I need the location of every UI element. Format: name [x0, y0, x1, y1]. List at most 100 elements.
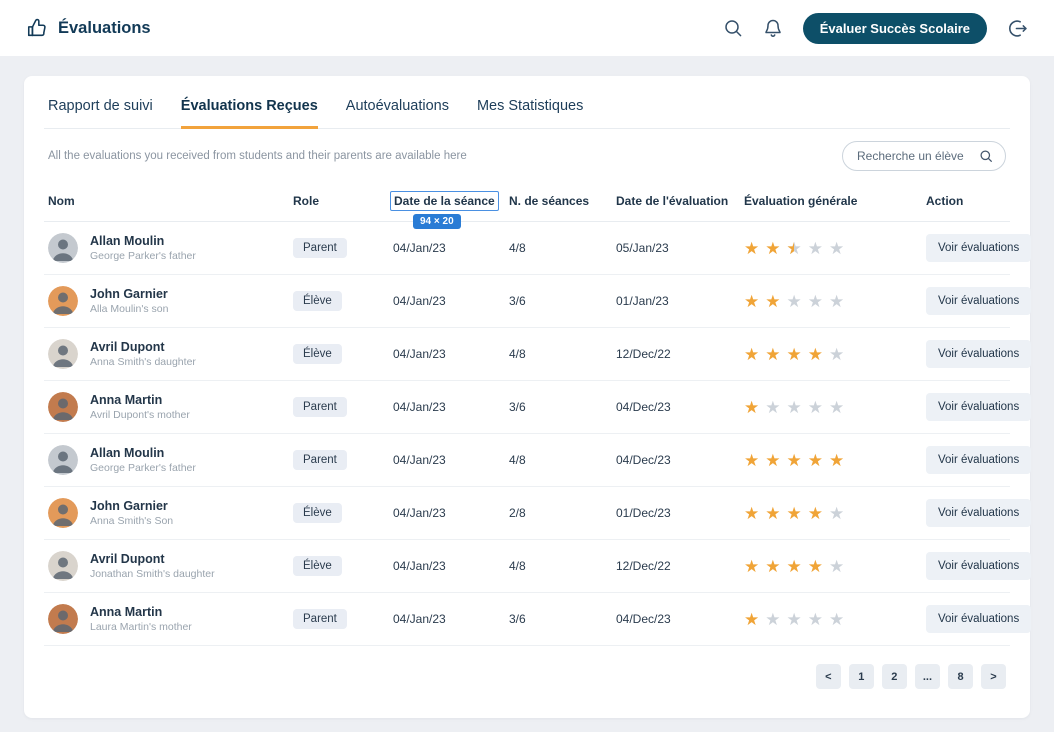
session-date: 04/Jan/23: [393, 559, 446, 573]
session-date: 04/Jan/23: [393, 400, 446, 414]
student-cell: Anna Martin Laura Martin's mother: [48, 604, 293, 634]
table-row: Allan Moulin George Parker's father Parent…: [44, 222, 1032, 275]
star-icon: ★: [829, 397, 845, 417]
student-search-box[interactable]: [842, 141, 1006, 171]
star-icon: ★: [744, 609, 760, 629]
star-icon: ★: [765, 397, 781, 417]
star-icon: ★: [744, 556, 760, 576]
person-name: Anna Martin: [90, 605, 163, 619]
star-icon: ★: [829, 609, 845, 629]
person-relation: George Parker's father: [90, 462, 196, 474]
table-row: Avril Dupont Anna Smith's daughter Élève 04…: [44, 328, 1032, 381]
sessions-count: 3/6: [509, 612, 526, 626]
table-row: Anna Martin Avril Dupont's mother Parent 04…: [44, 381, 1032, 434]
star-icon: ★: [829, 450, 845, 470]
logout-icon[interactable]: [1007, 18, 1028, 39]
role-badge: Élève: [293, 291, 342, 311]
avatar: [48, 445, 78, 475]
session-date: 04/Jan/23: [393, 506, 446, 520]
search-icon[interactable]: [723, 18, 743, 38]
pagination-page-2[interactable]: 2: [881, 664, 907, 689]
role-badge: Parent: [293, 609, 347, 629]
star-icon: ★: [829, 503, 845, 523]
role-badge: Élève: [293, 344, 342, 364]
star-icon: ★: [744, 397, 760, 417]
column-header-date-seance: Date de la séance 94 × 20: [390, 191, 509, 229]
inspection-highlight: Date de la séance: [390, 191, 499, 211]
evaluation-date: 04/Dec/23: [616, 612, 671, 626]
view-evaluations-button[interactable]: Voir évaluations: [926, 340, 1032, 368]
star-icon: ★: [786, 397, 802, 417]
person-relation: Laura Martin's mother: [90, 621, 192, 633]
sessions-count: 3/6: [509, 400, 526, 414]
evaluation-date: 04/Dec/23: [616, 400, 671, 414]
star-icon: ★: [829, 238, 845, 258]
view-evaluations-button[interactable]: Voir évaluations: [926, 552, 1032, 580]
session-date: 04/Jan/23: [393, 453, 446, 467]
star-icon: ★: [744, 344, 760, 364]
star-icon: ★: [765, 609, 781, 629]
person-relation: Anna Smith's Son: [90, 515, 174, 527]
star-icon: ★: [829, 556, 845, 576]
star-icon: ★: [807, 556, 823, 576]
tab-mes-statistiques[interactable]: Mes Statistiques: [477, 98, 583, 129]
pagination-prev[interactable]: <: [815, 664, 841, 689]
person-name: Allan Moulin: [90, 234, 165, 248]
star-icon: ★: [807, 450, 823, 470]
tab-rapport-de-suivi[interactable]: Rapport de suivi: [48, 98, 153, 129]
rating-stars: ★ ★ ★ ★ ★: [744, 452, 926, 469]
thumbs-up-icon: [26, 17, 48, 39]
view-evaluations-button[interactable]: Voir évaluations: [926, 446, 1032, 474]
tab-autoevaluations[interactable]: Autoévaluations: [346, 98, 449, 129]
view-evaluations-button[interactable]: Voir évaluations: [926, 287, 1032, 315]
star-icon: ★: [807, 397, 823, 417]
view-evaluations-button[interactable]: Voir évaluations: [926, 393, 1032, 421]
star-icon: ★: [807, 609, 823, 629]
description-text: All the evaluations you received from st…: [48, 150, 467, 162]
pagination-next[interactable]: >: [981, 664, 1006, 689]
role-badge: Parent: [293, 238, 347, 258]
pagination-ellipsis: ...: [914, 664, 940, 689]
sessions-count: 4/8: [509, 241, 526, 255]
sessions-count: 4/8: [509, 559, 526, 573]
student-search-input[interactable]: [855, 148, 971, 164]
star-icon: ★: [829, 344, 845, 364]
rating-stars: ★ ★ ★ ★ ★: [744, 611, 926, 628]
role-badge: Parent: [293, 450, 347, 470]
star-icon: ★: [744, 450, 760, 470]
bell-icon[interactable]: [763, 18, 783, 38]
evaluation-date: 01/Dec/23: [616, 506, 671, 520]
column-header-action: Action: [926, 194, 964, 208]
column-header-nom: Nom: [48, 194, 75, 208]
star-icon: ★: [765, 556, 781, 576]
pagination-page-8[interactable]: 8: [948, 664, 973, 689]
person-name: John Garnier: [90, 499, 168, 513]
star-icon: ★: [765, 291, 781, 311]
view-evaluations-button[interactable]: Voir évaluations: [926, 499, 1032, 527]
view-evaluations-button[interactable]: Voir évaluations: [926, 234, 1032, 262]
column-header-n-seances: N. de séances: [509, 194, 590, 208]
star-icon: ★: [786, 344, 802, 364]
pagination: <1 2... 8 >: [44, 646, 1010, 707]
student-cell: Allan Moulin George Parker's father: [48, 233, 293, 263]
sessions-count: 4/8: [509, 453, 526, 467]
evaluate-success-button[interactable]: Évaluer Succès Scolaire: [802, 12, 987, 44]
role-badge: Élève: [293, 556, 342, 576]
star-icon: ★: [786, 609, 802, 629]
person-relation: Alla Moulin's son: [90, 303, 169, 315]
star-icon: ★: [765, 344, 781, 364]
topbar: Évaluations Évaluer Succès Scolaire: [0, 0, 1054, 56]
evaluation-date: 12/Dec/22: [616, 559, 671, 573]
pagination-page-1[interactable]: 1: [848, 664, 874, 689]
table-header: Nom Role Date de la séance 94 × 20 N. de…: [44, 184, 1010, 229]
table-row: Anna Martin Laura Martin's mother Parent 04…: [44, 593, 1032, 646]
info-row: All the evaluations you received from st…: [44, 129, 1010, 184]
star-icon: ★: [744, 291, 760, 311]
evaluation-date: 04/Dec/23: [616, 453, 671, 467]
app-brand: Évaluations: [26, 17, 151, 39]
tab-evaluations-recues[interactable]: Évaluations Reçues: [180, 98, 318, 129]
size-badge: 94 × 20: [413, 214, 461, 229]
view-evaluations-button[interactable]: Voir évaluations: [926, 605, 1032, 633]
student-cell: Avril Dupont Anna Smith's daughter: [48, 339, 293, 369]
rating-stars: ★ ★ ★ ★ ★: [744, 505, 926, 522]
